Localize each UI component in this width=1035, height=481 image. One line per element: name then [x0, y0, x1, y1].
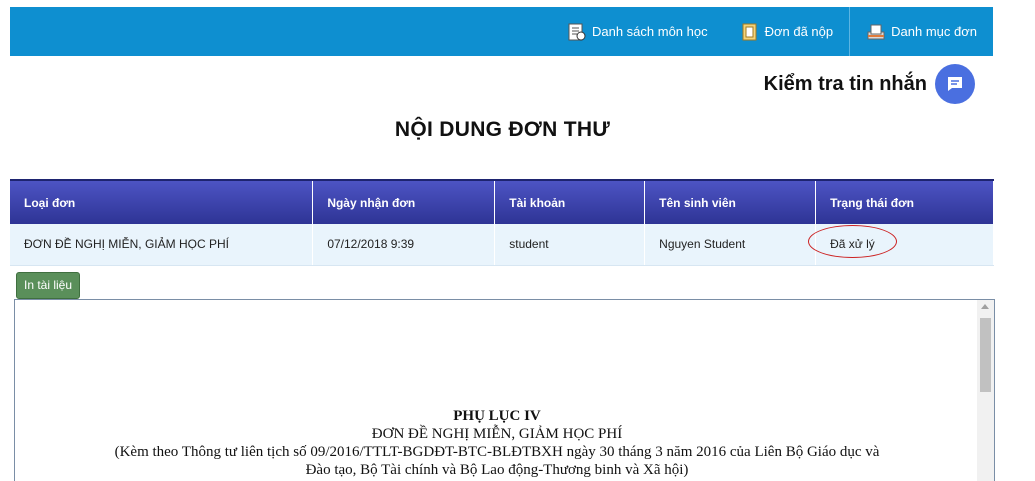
- nav-form-catalog[interactable]: Danh mục đơn: [849, 7, 993, 56]
- document-subheading: ĐƠN ĐỀ NGHỊ MIỄN, GIẢM HỌC PHÍ: [371, 426, 623, 442]
- column-header-type: Loại đơn: [10, 179, 314, 224]
- document-viewer[interactable]: PHỤ LỤC IV ĐƠN ĐỀ NGHỊ MIỄN, GIẢM HỌC PH…: [14, 299, 995, 481]
- document-reference-line-2: Đào tạo, Bộ Tài chính và Bộ Lao động-Thư…: [305, 462, 689, 478]
- received-date: 07/12/2018 9:39: [312, 224, 496, 266]
- application-table: Loại đơn Ngày nhận đơn Tài khoản Tên sin…: [10, 179, 994, 266]
- print-document-button[interactable]: In tài liệu: [16, 272, 80, 299]
- document-heading: PHỤ LỤC IV: [453, 408, 541, 424]
- nav-subject-list[interactable]: Danh sách môn học: [551, 7, 724, 56]
- column-header-status: Trạng thái đơn: [815, 179, 994, 224]
- top-navigation-bar: Danh sách môn học Đơn đã nộp Danh mục đơ…: [10, 7, 993, 56]
- subject-list-icon: [567, 22, 587, 42]
- table-row: ĐƠN ĐỀ NGHỊ MIỄN, GIẢM HỌC PHÍ 07/12/201…: [10, 224, 994, 266]
- form-catalog-icon: [866, 22, 886, 42]
- account-cell: student: [494, 224, 646, 266]
- message-check-label: Kiểm tra tin nhắn: [763, 72, 927, 95]
- chat-icon[interactable]: [935, 64, 975, 104]
- top-nav-menu: Danh sách môn học Đơn đã nộp Danh mục đơ…: [551, 7, 993, 56]
- message-check: Kiểm tra tin nhắn: [764, 64, 975, 104]
- form-type-link[interactable]: ĐƠN ĐỀ NGHỊ MIỄN, GIẢM HỌC PHÍ: [10, 224, 314, 266]
- status-highlight-circle: [808, 225, 898, 259]
- nav-form-catalog-label: Danh mục đơn: [891, 24, 977, 39]
- student-name-cell: Nguyen Student: [644, 224, 817, 266]
- column-header-account: Tài khoản: [494, 179, 646, 224]
- nav-submitted-forms[interactable]: Đơn đã nộp: [724, 7, 850, 56]
- document-reference-line-1: (Kèm theo Thông tư liên tịch số 09/2016/…: [114, 444, 880, 460]
- status-annotation: Đã xử lý: [808, 225, 898, 259]
- table-header-row: Loại đơn Ngày nhận đơn Tài khoản Tên sin…: [10, 179, 994, 224]
- column-header-student-name: Tên sinh viên: [644, 179, 817, 224]
- nav-submitted-forms-label: Đơn đã nộp: [764, 24, 834, 39]
- page-title: NỘI DUNG ĐƠN THƯ: [394, 118, 611, 141]
- document-scrollbar[interactable]: [977, 300, 994, 481]
- scrollbar-thumb[interactable]: [980, 318, 991, 392]
- submitted-forms-icon: [740, 22, 760, 42]
- scroll-up-arrow-icon[interactable]: [981, 304, 989, 309]
- column-header-date: Ngày nhận đơn: [312, 179, 496, 224]
- document-content: PHỤ LỤC IV ĐƠN ĐỀ NGHỊ MIỄN, GIẢM HỌC PH…: [15, 407, 979, 479]
- status-cell: Đã xử lý: [808, 224, 994, 266]
- nav-subject-list-label: Danh sách môn học: [591, 24, 708, 39]
